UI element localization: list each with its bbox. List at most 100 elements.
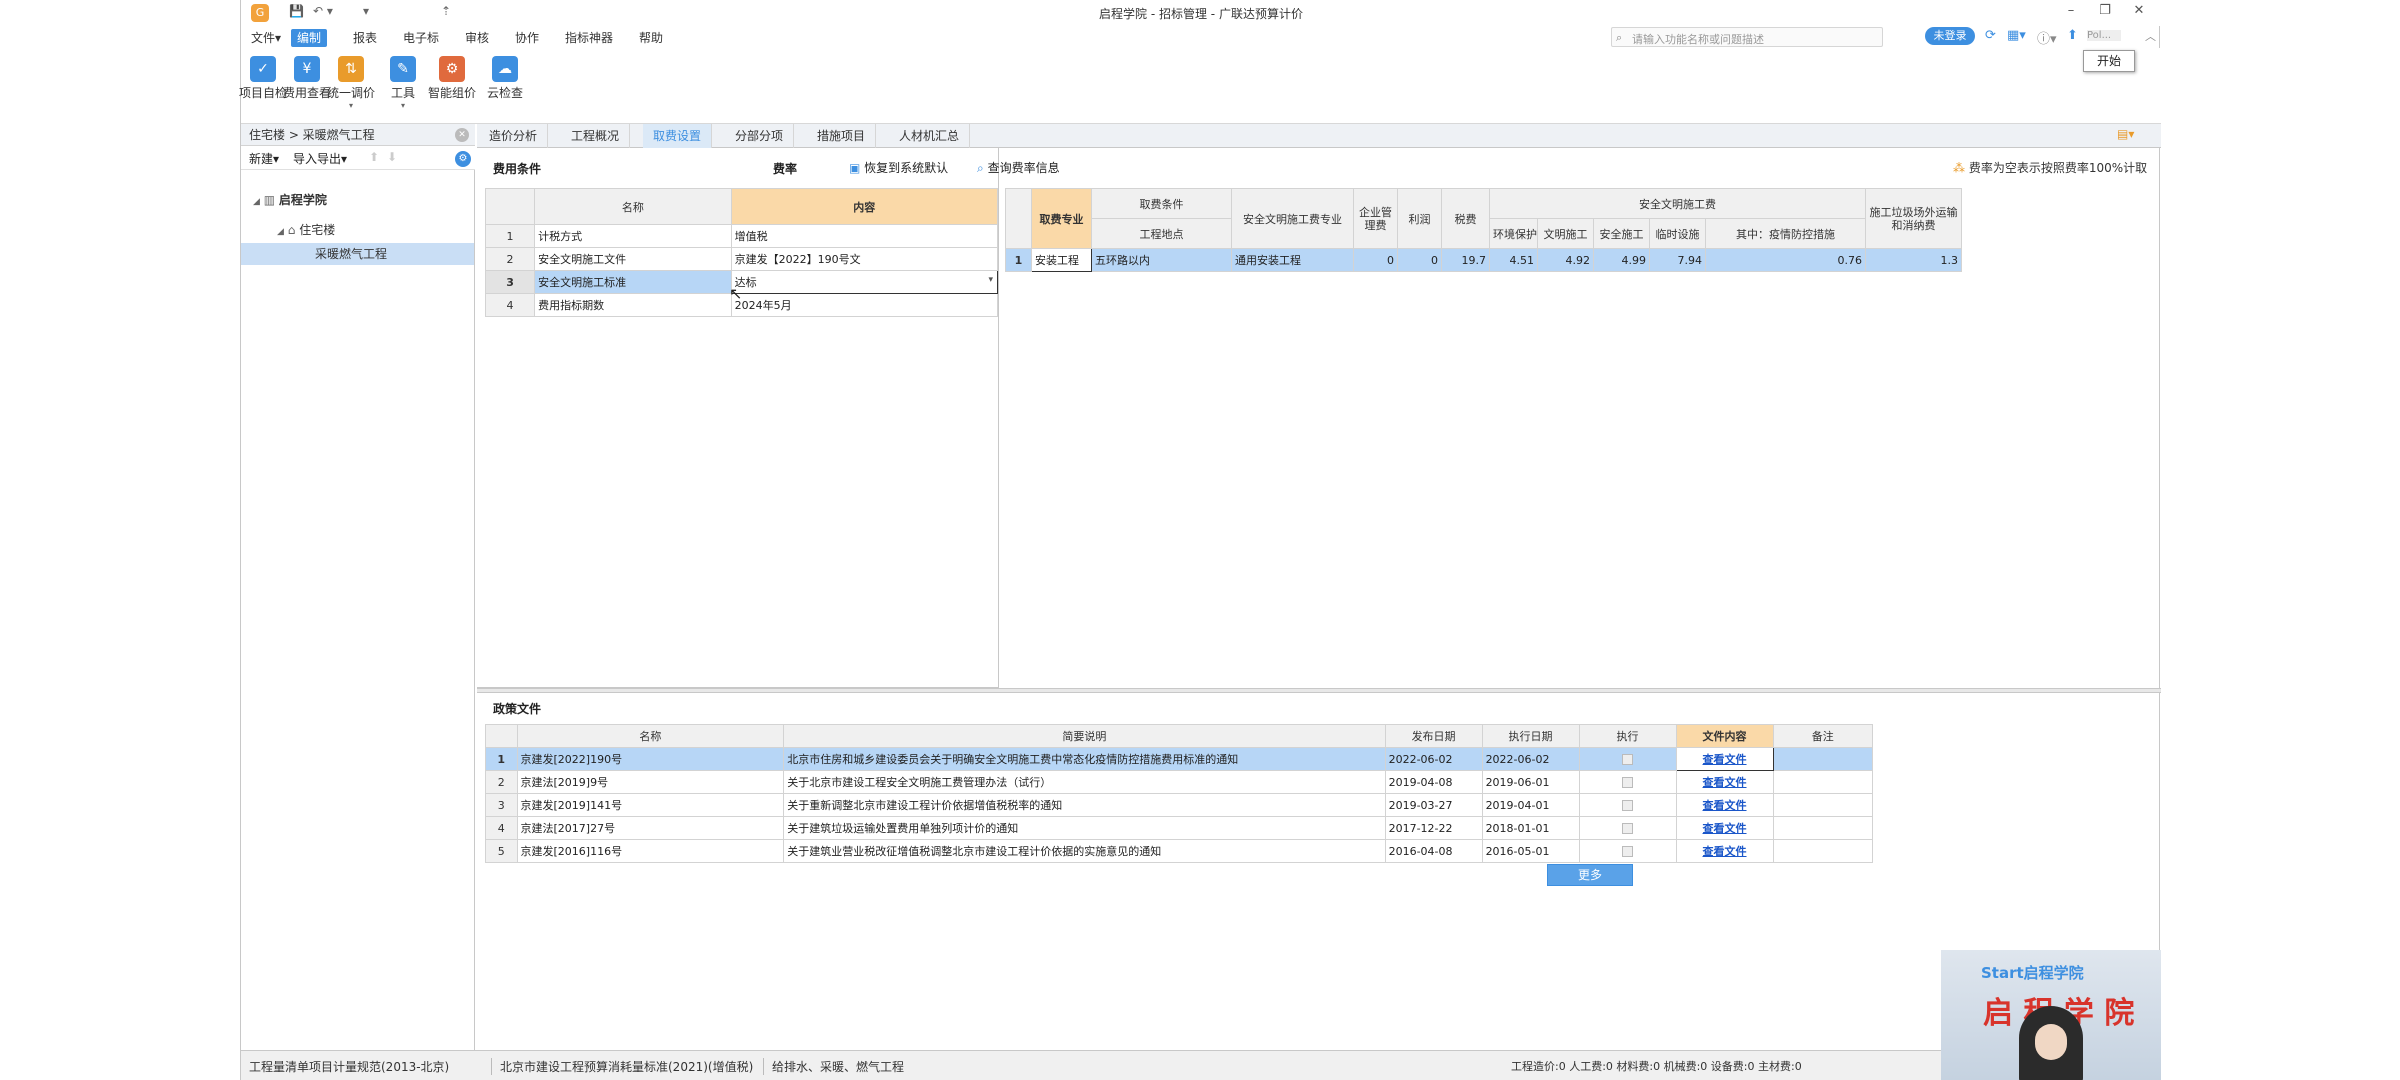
policy-note[interactable] <box>1772 816 1874 840</box>
move-down-icon[interactable]: ⬇ <box>387 150 397 164</box>
import-export-button[interactable]: 导入导出▾ <box>293 150 347 167</box>
table-row[interactable]: 2 安全文明施工文件 京建发【2022】190号文 <box>484 247 999 271</box>
exec-checkbox[interactable] <box>1622 823 1634 834</box>
policy-table: 名称 简要说明 发布日期 执行日期 执行 文件内容 备注 1 京建发[2022]… <box>485 724 1874 863</box>
tab-measures[interactable]: 措施项目 <box>807 124 877 148</box>
window-title: 启程学院 - 招标管理 - 广联达预算计价 <box>1099 7 1303 21</box>
tool-label: 工具 <box>390 86 415 100</box>
rate-temp[interactable]: 7.94 <box>1649 248 1706 272</box>
restore-icon[interactable]: ❐ <box>2093 3 2117 18</box>
grid-menu-icon[interactable]: ▦▾ <box>2007 28 2026 43</box>
layout-icon[interactable]: ▤▾ <box>2117 127 2134 141</box>
table-row[interactable]: 2 京建法[2019]9号 关于北京市建设工程安全文明施工费管理办法（试行） 2… <box>485 770 1874 794</box>
policy-note[interactable] <box>1772 839 1874 863</box>
user-name[interactable]: Pol... <box>2087 30 2121 41</box>
restore-label: 恢复到系统默认 <box>864 161 949 175</box>
exec-checkbox[interactable] <box>1622 846 1634 857</box>
condition-value[interactable]: 增值税 <box>730 224 999 248</box>
expand-icon[interactable]: ◢ <box>277 227 284 237</box>
tree-node-residential[interactable]: ◢ ⌂ 住宅楼 <box>277 219 335 241</box>
view-file-link[interactable]: 查看文件 <box>1675 793 1774 817</box>
cloud-check-button[interactable]: ☁ 云检查 <box>477 56 533 101</box>
col-header-note: 备注 <box>1772 724 1874 748</box>
rate-epidemic[interactable]: 0.76 <box>1704 248 1867 272</box>
tree-node-label: 启程学院 <box>278 193 327 207</box>
condition-value-select[interactable]: 达标 ▾ <box>730 270 999 294</box>
view-file-link[interactable]: 查看文件 <box>1675 839 1774 863</box>
menu-review[interactable]: 审核 <box>459 29 495 47</box>
table-row[interactable]: 1 京建发[2022]190号 北京市住房和城乡建设委员会关于明确安全文明施工费… <box>485 747 1874 771</box>
table-row[interactable]: 4 京建法[2017]27号 关于建筑垃圾运输处置费用单独列项计价的通知 201… <box>485 816 1874 840</box>
move-up-icon[interactable]: ⬆ <box>369 150 379 164</box>
col-header-location: 工程地点 <box>1091 218 1232 249</box>
rate-civil[interactable]: 4.92 <box>1537 248 1594 272</box>
exec-checkbox[interactable] <box>1622 800 1634 811</box>
exec-checkbox[interactable] <box>1622 754 1634 765</box>
more-button[interactable]: 更多 <box>1547 864 1633 886</box>
tab-labor-material-summary[interactable]: 人材机汇总 <box>889 124 971 148</box>
condition-value[interactable]: 京建发【2022】190号文 <box>730 247 999 271</box>
col-header-safety-group: 安全文明施工费 <box>1488 188 1867 219</box>
dropdown-arrow-icon[interactable]: ▾ <box>988 275 993 285</box>
price-adjust-button[interactable]: ⇅ 统一调价 ▾ <box>323 56 379 110</box>
rate-safety-major[interactable]: 通用安装工程 <box>1231 248 1354 272</box>
query-rates-button[interactable]: ⌕ 查询费率信息 <box>977 159 1060 176</box>
close-panel-icon[interactable]: ✕ <box>455 128 469 142</box>
table-row[interactable]: 5 京建发[2016]116号 关于建筑业营业税改征增值税调整北京市建设工程计价… <box>485 839 1874 863</box>
expand-icon[interactable]: ◢ <box>253 197 260 207</box>
login-button[interactable]: 未登录 <box>1925 27 1975 45</box>
new-button[interactable]: 新建▾ <box>249 150 279 167</box>
close-icon[interactable]: ✕ <box>2127 3 2151 18</box>
minimize-icon[interactable]: – <box>2059 3 2083 18</box>
table-row[interactable]: 1 安装工程 五环路以内 通用安装工程 0 0 19.7 4.51 4.92 4… <box>1005 248 1963 272</box>
rate-waste[interactable]: 1.3 <box>1865 248 1963 272</box>
view-file-link[interactable]: 查看文件 <box>1675 770 1774 794</box>
view-file-link[interactable]: 查看文件 <box>1675 816 1774 840</box>
tool-button[interactable]: ✎ 工具 ▾ <box>375 56 431 110</box>
collapse-ribbon-icon[interactable]: ︿ <box>2145 28 2156 44</box>
search-input[interactable]: ⌕ 请输入功能名称或问题描述 <box>1611 27 1883 47</box>
sync-icon[interactable]: ⟳ <box>1985 28 1996 43</box>
menu-collab[interactable]: 协作 <box>509 29 545 47</box>
policy-desc: 关于重新调整北京市建设工程计价依据增值税税率的通知 <box>783 793 1386 817</box>
condition-value[interactable]: 2024年5月 <box>730 293 999 317</box>
menu-index-tool[interactable]: 指标神器 <box>559 29 619 47</box>
tree-node-root[interactable]: ◢ ▥ 启程学院 <box>253 189 327 211</box>
col-header-epidemic: 其中：疫情防控措施 <box>1704 218 1867 249</box>
settings-icon[interactable]: ⚙ <box>455 151 471 167</box>
rate-location[interactable]: 五环路以内 <box>1091 248 1232 272</box>
rate-env[interactable]: 4.51 <box>1489 248 1538 272</box>
tab-fee-settings[interactable]: 取费设置 <box>643 124 713 148</box>
upload-icon[interactable]: ⬆ <box>2067 28 2078 43</box>
smart-price-label: 智能组价 <box>427 86 476 100</box>
tab-sub-items[interactable]: 分部分项 <box>725 124 795 148</box>
check-icon: ✓ <box>250 56 276 82</box>
restore-default-button[interactable]: ▣ 恢复到系统默认 <box>849 159 948 176</box>
smart-price-button[interactable]: ⚙ 智能组价 <box>424 56 480 101</box>
policy-note[interactable] <box>1772 747 1874 771</box>
table-row[interactable]: 1 计税方式 增值税 <box>484 224 999 248</box>
menu-edit[interactable]: 编制 <box>291 29 328 47</box>
rate-mgmt[interactable]: 0 <box>1353 248 1398 272</box>
rate-safety[interactable]: 4.99 <box>1593 248 1650 272</box>
tab-project-overview[interactable]: 工程概况 <box>561 124 631 148</box>
search-placeholder: 请输入功能名称或问题描述 <box>1632 33 1764 46</box>
menu-e-bid[interactable]: 电子标 <box>397 29 445 47</box>
tree-node-heating-gas[interactable]: 采暖燃气工程 <box>241 243 474 265</box>
rate-major[interactable]: 安装工程 <box>1031 248 1092 272</box>
exec-checkbox[interactable] <box>1622 777 1634 788</box>
tab-cost-analysis[interactable]: 造价分析 <box>479 124 549 148</box>
menu-file[interactable]: 文件▾ <box>245 29 287 47</box>
menu-help[interactable]: 帮助 <box>633 29 669 47</box>
rate-profit[interactable]: 0 <box>1397 248 1442 272</box>
panel-splitter[interactable] <box>477 688 2161 693</box>
mouse-cursor-icon: ↖ <box>729 284 743 303</box>
policy-note[interactable] <box>1772 770 1874 794</box>
view-file-link[interactable]: 查看文件 <box>1675 747 1774 771</box>
table-row[interactable]: 3 京建发[2019]141号 关于重新调整北京市建设工程计价依据增值税税率的通… <box>485 793 1874 817</box>
rate-tax[interactable]: 19.7 <box>1441 248 1490 272</box>
policy-note[interactable] <box>1772 793 1874 817</box>
policy-name: 京建发[2019]141号 <box>516 793 785 817</box>
info-icon[interactable]: ⓘ▾ <box>2037 28 2057 47</box>
menu-report[interactable]: 报表 <box>347 29 383 47</box>
